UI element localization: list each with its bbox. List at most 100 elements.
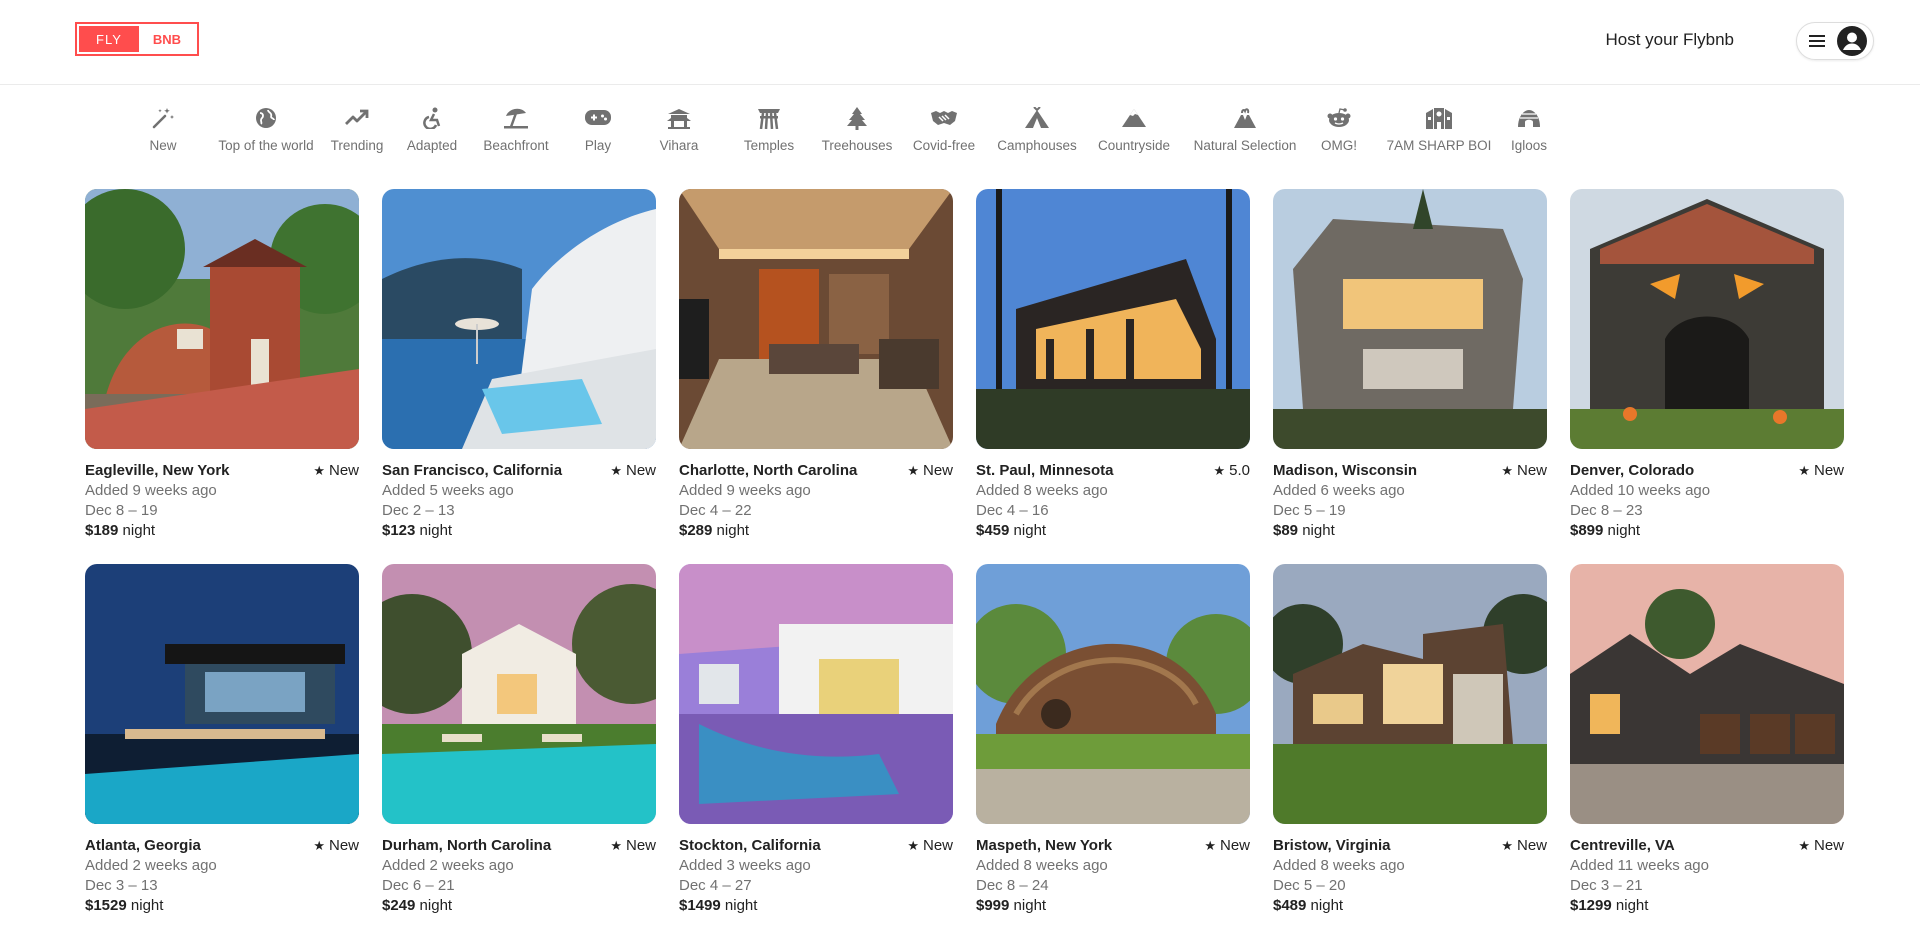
reddit-icon (1325, 104, 1353, 132)
star-icon: ★ (1501, 462, 1513, 478)
listing-card[interactable]: San Francisco, California ★ New Added 5 we… (382, 189, 656, 539)
listing-card[interactable]: Charlotte, North Carolina ★ New Added 9 we… (679, 189, 953, 539)
listing-price-line: $1499 night (679, 897, 953, 914)
category-label: Top of the world (218, 138, 314, 153)
listing-dates: Dec 6 – 21 (382, 877, 455, 894)
listing-dates: Dec 8 – 24 (976, 877, 1049, 894)
host-your-flybnb-link[interactable]: Host your Flybnb (1606, 30, 1735, 50)
category-igloos[interactable]: Igloos (1509, 104, 1549, 153)
listing-price-unit: night (1607, 522, 1641, 539)
listing-price-unit: night (1615, 897, 1649, 914)
listing-price-line: $89 night (1273, 522, 1547, 539)
category-trending[interactable]: Trending (327, 104, 387, 153)
listing-dates: Dec 8 – 19 (85, 502, 158, 519)
listing-card[interactable]: Eagleville, New York ★ New Added 9 weeks a… (85, 189, 359, 539)
logo-bnb-text: BNB (152, 31, 182, 47)
listing-card[interactable]: Bristow, Virginia ★ New Added 8 weeks ago … (1273, 564, 1547, 914)
category-omg[interactable]: OMG! (1317, 104, 1361, 153)
listing-card[interactable]: Atlanta, Georgia ★ New Added 2 weeks ago D… (85, 564, 359, 914)
category-label: Play (584, 138, 612, 153)
category-play[interactable]: Play (570, 104, 626, 153)
listing-added: Added 8 weeks ago (1273, 857, 1405, 874)
category-top-of-the-world[interactable]: Top of the world (217, 104, 315, 153)
listing-photo[interactable] (1570, 564, 1844, 824)
listing-card[interactable]: Maspeth, New York ★ New Added 8 weeks ago … (976, 564, 1250, 914)
listing-photo[interactable] (85, 564, 359, 824)
listing-price-line: $249 night (382, 897, 656, 914)
category-label: Camphouses (997, 138, 1077, 153)
listing-rating: ★ New (313, 462, 359, 479)
category-label: Igloos (1510, 138, 1548, 153)
listing-photo[interactable] (85, 189, 359, 449)
category-7am-sharp-boi[interactable]: 7AM SHARP BOI (1387, 104, 1491, 153)
listing-photo[interactable] (382, 564, 656, 824)
listing-photo[interactable] (1570, 189, 1844, 449)
volcano-icon (1231, 104, 1259, 132)
star-icon: ★ (610, 837, 622, 853)
star-icon: ★ (1798, 462, 1810, 478)
category-covid-free[interactable]: Covid-free (913, 104, 975, 153)
listing-price: $489 (1273, 897, 1307, 914)
listing-card[interactable]: Denver, Colorado ★ New Added 10 weeks ago … (1570, 189, 1844, 539)
accessible-icon (418, 104, 446, 132)
listing-price-unit: night (419, 897, 453, 914)
listing-card[interactable]: Durham, North Carolina ★ New Added 2 weeks… (382, 564, 656, 914)
listing-card[interactable]: Centreville, VA ★ New Added 11 weeks ago D… (1570, 564, 1844, 914)
listing-card[interactable]: Stockton, California ★ New Added 3 weeks a… (679, 564, 953, 914)
logo-fly-text: FLY (79, 26, 139, 52)
listing-price-unit: night (1013, 522, 1047, 539)
listing-photo[interactable] (679, 564, 953, 824)
rating-value: 5.0 (1229, 462, 1250, 479)
listing-price: $899 (1570, 522, 1604, 539)
rating-value: New (1516, 837, 1547, 854)
vihara-icon (665, 104, 693, 132)
star-icon: ★ (313, 837, 325, 853)
listing-card[interactable]: St. Paul, Minnesota ★ 5.0 Added 8 weeks ag… (976, 189, 1250, 539)
star-icon: ★ (1213, 462, 1226, 478)
gamepad-icon (584, 104, 612, 132)
listing-photo[interactable] (1273, 564, 1547, 824)
star-icon: ★ (907, 837, 919, 853)
listing-photo[interactable] (976, 189, 1250, 449)
listing-price-line: $189 night (85, 522, 359, 539)
school-icon (1425, 104, 1453, 132)
rating-value: New (1813, 462, 1844, 479)
listing-price-line: $1529 night (85, 897, 359, 914)
listing-rating: ★ New (313, 837, 359, 854)
listing-photo[interactable] (976, 564, 1250, 824)
listing-price: $289 (679, 522, 713, 539)
rating-value: New (625, 462, 656, 479)
torii-gate-icon (755, 104, 783, 132)
category-treehouses[interactable]: Treehouses (821, 104, 893, 153)
flybnb-logo[interactable]: FLY BNB (75, 22, 199, 56)
listing-price-unit: night (1302, 522, 1335, 539)
listing-rating: ★ New (610, 837, 656, 854)
listing-card[interactable]: Madison, Wisconsin ★ New Added 6 weeks ago… (1273, 189, 1547, 539)
listing-price: $89 (1273, 522, 1299, 539)
category-temples[interactable]: Temples (742, 104, 796, 153)
category-label: New (149, 138, 177, 153)
category-natural-selection[interactable]: Natural Selection (1193, 104, 1297, 153)
listing-photo[interactable] (679, 189, 953, 449)
rating-value: New (922, 837, 953, 854)
listing-price: $1299 (1570, 897, 1612, 914)
category-adapted[interactable]: Adapted (404, 104, 460, 153)
category-camphouses[interactable]: Camphouses (997, 104, 1077, 153)
listing-photo[interactable] (382, 189, 656, 449)
category-countryside[interactable]: Countryside (1097, 104, 1171, 153)
category-new[interactable]: New (140, 104, 186, 153)
category-vihara[interactable]: Vihara (658, 104, 700, 153)
category-label: Temples (743, 138, 795, 153)
listing-location: St. Paul, Minnesota (976, 462, 1114, 479)
user-menu-button[interactable] (1796, 22, 1874, 60)
listing-rating: ★ New (610, 462, 656, 479)
listing-rating: ★ New (1798, 462, 1844, 479)
category-beachfront[interactable]: Beachfront (482, 104, 550, 153)
listing-photo[interactable] (1273, 189, 1547, 449)
listing-dates: Dec 4 – 22 (679, 502, 752, 519)
listing-location: Denver, Colorado (1570, 462, 1695, 479)
listing-added: Added 8 weeks ago (976, 482, 1108, 499)
listing-added: Added 3 weeks ago (679, 857, 811, 874)
category-label: Countryside (1097, 138, 1171, 153)
category-label: Trending (330, 138, 384, 153)
